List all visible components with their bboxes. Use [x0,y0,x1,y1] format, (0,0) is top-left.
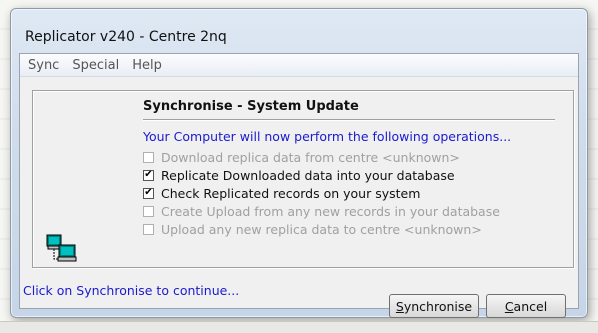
title-bar[interactable]: Replicator v240 - Centre 2nq [11,9,587,53]
client-area: Sync Special Help Synchronise - System U… [19,53,579,318]
menu-special[interactable]: Special [67,58,124,73]
cancel-mnemonic: C [504,298,514,314]
operation-checkbox[interactable] [143,223,154,235]
operation-label: Check Replicated records on your system [161,185,421,201]
panel-intro-text: Your Computer will now perform the follo… [143,129,512,144]
menu-bar: Sync Special Help [20,54,578,77]
operation-upload[interactable]: Upload any new replica data to centre <u… [143,221,482,237]
cancel-button[interactable]: Cancel [486,294,566,318]
operation-checkbox[interactable]: ✔ [143,169,154,181]
operations-group: Synchronise - System Update Your Compute… [32,90,574,268]
operation-create-upload[interactable]: Create Upload from any new records in yo… [143,203,500,219]
operation-checkbox[interactable] [143,151,154,163]
operation-label: Replicate Downloaded data into your data… [161,167,455,183]
operation-label: Download replica data from centre <unkno… [161,149,460,165]
operation-replicate[interactable]: ✔ Replicate Downloaded data into your da… [143,167,455,183]
synchronise-label: ynchronise [403,298,473,314]
operation-label: Create Upload from any new records in yo… [161,203,500,219]
menu-help[interactable]: Help [127,58,167,73]
cancel-label: ancel [513,298,548,314]
operation-download[interactable]: Download replica data from centre <unkno… [143,149,460,165]
replicator-window: Replicator v240 - Centre 2nq Sync Specia… [10,8,588,318]
menu-sync[interactable]: Sync [23,58,64,73]
synchronise-button[interactable]: Synchronise [389,294,479,318]
operation-label: Upload any new replica data to centre <u… [161,221,482,237]
operation-checkbox[interactable]: ✔ [143,187,154,199]
window-title: Replicator v240 - Centre 2nq [25,29,227,45]
network-computers-icon [46,234,77,262]
operation-checkbox[interactable] [143,205,154,217]
underlying-page-edge [0,321,598,333]
panel-title-divider [143,119,555,120]
status-message: Click on Synchronise to continue... [23,283,240,298]
synchronise-mnemonic: S [395,298,404,314]
panel-title: Synchronise - System Update [143,99,359,114]
operation-check-records[interactable]: ✔ Check Replicated records on your syste… [143,185,420,201]
